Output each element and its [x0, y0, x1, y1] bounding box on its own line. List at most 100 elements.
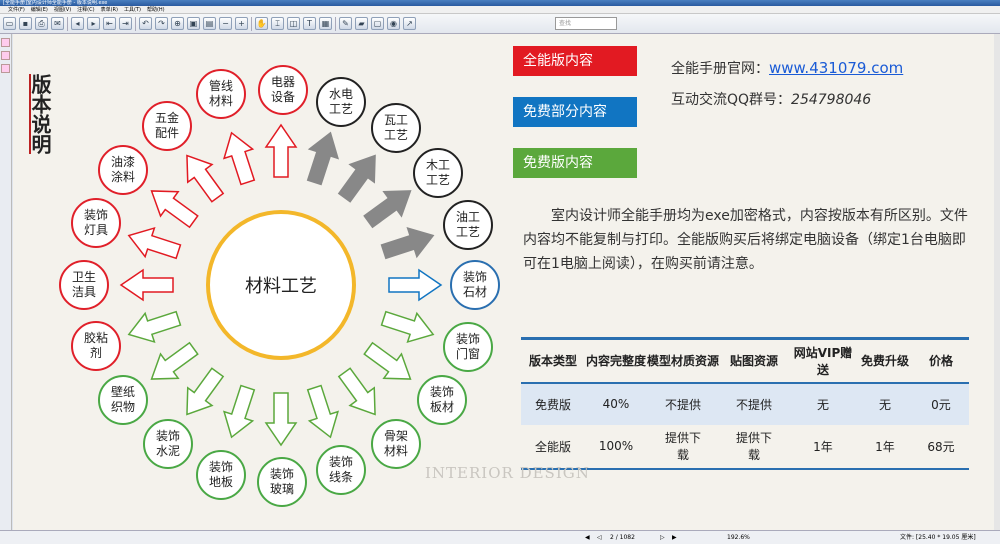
- radial-arrow: [337, 154, 376, 203]
- next-page-button[interactable]: ▷: [660, 531, 665, 544]
- circle-boards[interactable]: 装饰板材: [417, 375, 467, 425]
- description-text: 室内设计师全能手册均为exe加密格式，内容按版本有所区别。文件内容均不能复制与打…: [523, 208, 968, 272]
- site-line: 全能手册官网：www.431079.com: [671, 58, 903, 78]
- select-tool-icon[interactable]: ⌶: [271, 17, 284, 30]
- radial-arrow: [380, 310, 435, 344]
- circle-cement[interactable]: 装饰水泥: [143, 419, 193, 469]
- open-icon[interactable]: ▭: [3, 17, 16, 30]
- text-tool-icon[interactable]: T: [303, 17, 316, 30]
- table-cell: 提供下载: [664, 431, 701, 462]
- menu-tools[interactable]: 工具(T): [124, 6, 141, 13]
- radial-arrow: [119, 268, 174, 302]
- zoom-level[interactable]: 192.6%: [727, 531, 750, 544]
- circle-adhesive[interactable]: 胶粘剂: [71, 321, 121, 371]
- toolbar: ▭ ▪ ⎙ ✉ ◂ ▸ ⇤ ⇥ ↶ ↷ ⊕ ▣ ▤ − + ✋ ⌶ ◫ T ▦ …: [0, 14, 1000, 34]
- site-link[interactable]: www.431079.com: [769, 59, 903, 77]
- circle-lamps[interactable]: 装饰灯具: [71, 198, 121, 248]
- zoom-icon[interactable]: ⊕: [171, 17, 184, 30]
- circle-coatings[interactable]: 油漆涂料: [98, 145, 148, 195]
- fit-width-icon[interactable]: ▤: [203, 17, 216, 30]
- qq-line: 互动交流QQ群号：254798046: [671, 89, 871, 109]
- last-page-icon[interactable]: ⇥: [119, 17, 132, 30]
- legend-full: 全能版内容: [513, 46, 637, 76]
- circle-hardware[interactable]: 五金配件: [142, 101, 192, 151]
- circle-appliances[interactable]: 电器设备: [258, 65, 308, 115]
- circle-carpentry[interactable]: 木工工艺: [413, 148, 463, 198]
- radial-arrow: [264, 392, 298, 447]
- circle-tile[interactable]: 瓦工工艺: [371, 103, 421, 153]
- arrow-shape: [150, 190, 199, 229]
- legend-free-part: 免费部分内容: [513, 97, 637, 127]
- bookmark-icon[interactable]: [1, 38, 10, 47]
- layers-icon[interactable]: [1, 64, 10, 73]
- radial-arrow: [380, 226, 435, 260]
- circle-glass[interactable]: 装饰玻璃: [257, 457, 307, 507]
- radial-arrow: [264, 123, 298, 178]
- menu-file[interactable]: 文件(F): [8, 6, 25, 13]
- prev-page-button[interactable]: ◁: [597, 531, 602, 544]
- menu-form[interactable]: 表单(R): [101, 6, 118, 13]
- email-icon[interactable]: ✉: [51, 17, 64, 30]
- thumbnail-icon[interactable]: [1, 51, 10, 60]
- table-cell: 免费版: [534, 397, 571, 412]
- table-header: 网站VIP赠送: [793, 345, 853, 377]
- hand-tool-icon[interactable]: ✋: [255, 17, 268, 30]
- arrow-shape: [380, 310, 435, 344]
- image-tool-icon[interactable]: ▦: [319, 17, 332, 30]
- arrow-tool-icon[interactable]: ↗: [403, 17, 416, 30]
- circle-floor[interactable]: 装饰地板: [196, 450, 246, 500]
- search-input[interactable]: 查找: [555, 17, 617, 30]
- pen-icon[interactable]: ✎: [339, 17, 352, 30]
- snapshot-icon[interactable]: ◫: [287, 17, 300, 30]
- prev-page-icon[interactable]: ◂: [71, 17, 84, 30]
- zoom-in-icon[interactable]: +: [235, 17, 248, 30]
- site-label: 全能手册官网：: [671, 61, 769, 77]
- table-cell: 不提供: [735, 397, 772, 412]
- table-header: 贴图资源: [729, 354, 778, 369]
- circle-stone[interactable]: 装饰石材: [450, 260, 500, 310]
- circle-painting[interactable]: 油工工艺: [443, 200, 493, 250]
- table-cell: 1年: [875, 439, 895, 454]
- arrow-shape: [363, 341, 412, 380]
- circle-frames[interactable]: 骨架材料: [371, 419, 421, 469]
- circle-sanitary[interactable]: 卫生洁具: [59, 260, 109, 310]
- circle-lines[interactable]: 装饰线条: [316, 445, 366, 495]
- undo-icon[interactable]: ↶: [139, 17, 152, 30]
- stamp-icon[interactable]: ◉: [387, 17, 400, 30]
- legend-free: 免费版内容: [513, 148, 637, 178]
- save-icon[interactable]: ▪: [19, 17, 32, 30]
- arrow-shape: [222, 131, 256, 186]
- menu-help[interactable]: 帮助(H): [147, 6, 165, 13]
- page-size: 文件: [25.40 * 19.05 厘米]: [900, 534, 976, 541]
- circle-plumbing[interactable]: 水电工艺: [316, 77, 366, 127]
- zoom-out-icon[interactable]: −: [219, 17, 232, 30]
- radial-arrow: [186, 367, 225, 416]
- first-page-icon[interactable]: ⇤: [103, 17, 116, 30]
- table-cell: 100%: [598, 439, 634, 453]
- arrow-shape: [264, 392, 298, 447]
- print-icon[interactable]: ⎙: [35, 17, 48, 30]
- note-icon[interactable]: ▢: [371, 17, 384, 30]
- scrollbar[interactable]: [994, 34, 1000, 530]
- last-page-button[interactable]: ▶: [672, 531, 677, 544]
- circle-pipes[interactable]: 管线材料: [196, 69, 246, 119]
- fit-page-icon[interactable]: ▣: [187, 17, 200, 30]
- qq-label: 互动交流QQ群号：: [671, 92, 792, 108]
- table-cell: 0元: [931, 397, 951, 412]
- circle-wallpaper[interactable]: 壁纸织物: [98, 375, 148, 425]
- menu-comment[interactable]: 注释(C): [77, 6, 94, 13]
- circle-doors[interactable]: 装饰门窗: [443, 322, 493, 372]
- highlight-icon[interactable]: ▰: [355, 17, 368, 30]
- arrow-shape: [186, 367, 225, 416]
- menu-view[interactable]: 视图(V): [54, 6, 71, 13]
- radial-arrow: [222, 131, 256, 186]
- arrow-shape: [306, 384, 340, 439]
- table-header-row: 版本类型 内容完整度 模型材质资源 贴图资源 网站VIP赠送 免费升级 价格: [521, 338, 969, 383]
- menu-edit[interactable]: 编辑(E): [31, 6, 48, 13]
- table-cell: 68元: [927, 439, 955, 454]
- toolbar-separator: [67, 16, 68, 31]
- next-page-icon[interactable]: ▸: [87, 17, 100, 30]
- first-page-button[interactable]: ◀: [585, 531, 590, 544]
- redo-icon[interactable]: ↷: [155, 17, 168, 30]
- page-indicator[interactable]: 2 / 1082: [610, 531, 635, 544]
